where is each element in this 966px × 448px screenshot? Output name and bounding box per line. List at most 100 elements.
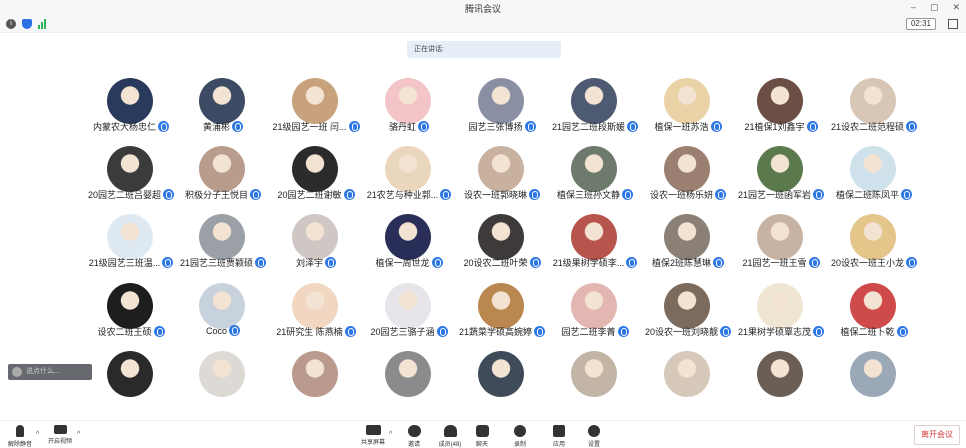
mic-status-icon — [229, 325, 240, 337]
participant-name: 刘泽宇 — [295, 258, 323, 268]
participant-name: 21园艺三班贾颖硕 — [179, 258, 253, 268]
settings-label: 设置 — [587, 442, 600, 448]
participant-name: 21级园艺三班温... — [88, 258, 161, 268]
participant-name-row: 植保二班陈凤平 — [804, 188, 944, 201]
avatar — [199, 214, 245, 260]
avatar — [757, 214, 803, 260]
participant-name: 植保一班苏浩 — [654, 122, 709, 132]
start-video-button[interactable]: 开启视频 — [42, 425, 78, 445]
avatar — [571, 146, 617, 192]
participant-tile[interactable]: 20设农一班王小龙 — [814, 214, 934, 274]
avatar — [664, 78, 710, 124]
avatar — [107, 351, 153, 397]
avatar — [292, 146, 338, 192]
avatar — [199, 146, 245, 192]
participant-name: 黄浦彬 — [202, 122, 230, 132]
mic-status-icon — [901, 189, 912, 200]
meeting-toolbar: 解除静音 ^ 开启视频 ^ 共享屏幕 ^ 邀请 成员(48) 聊天 录制 应用 … — [0, 420, 966, 448]
participant-name: 21植保1刘鑫宇 — [744, 122, 805, 132]
avatar — [385, 351, 431, 397]
participant-name: 设农二班王硕 — [97, 327, 152, 337]
avatar — [571, 214, 617, 260]
avatar — [850, 78, 896, 124]
invite-label: 邀请 — [407, 442, 420, 448]
avatar — [850, 351, 896, 397]
avatar — [850, 283, 896, 329]
participant-tile[interactable]: 植保二班陈凤平 — [814, 146, 934, 206]
avatar — [478, 78, 524, 124]
settings-button[interactable]: 设置 — [576, 425, 612, 448]
avatar — [571, 78, 617, 124]
participant-name: 植保二班陈凤平 — [835, 190, 899, 200]
avatar — [107, 214, 153, 260]
participant-name: 20设农一班王小龙 — [830, 258, 904, 268]
avatar — [664, 283, 710, 329]
participant-tile[interactable] — [814, 351, 934, 411]
mic-status-icon — [896, 326, 908, 337]
avatar — [664, 146, 710, 192]
avatar — [850, 214, 896, 260]
members-icon — [443, 425, 457, 437]
record-label: 录制 — [513, 442, 526, 448]
avatar — [107, 283, 153, 329]
participant-name: 积极分子王悦目 — [184, 190, 248, 200]
avatar — [664, 351, 710, 397]
members-label: 成员(48) — [438, 442, 462, 448]
chat-button[interactable]: 聊天 — [464, 425, 500, 448]
unmute-button[interactable]: 解除静音 — [2, 425, 38, 448]
participant-name: 21园艺二班段斯媛 — [551, 122, 625, 132]
participant-name: 21果树学硕覃志茂 — [737, 327, 811, 337]
leave-meeting-button[interactable]: 离开会议 — [914, 425, 960, 445]
participant-name: 20园艺二班吕婴超 — [87, 190, 161, 200]
record-button[interactable]: 录制 — [502, 425, 538, 448]
avatar — [664, 214, 710, 260]
avatar — [478, 351, 524, 397]
mic-status-icon — [906, 121, 917, 132]
chat-label: 聊天 — [475, 442, 488, 448]
participant-name: 21研究生 陈燕楠 — [276, 327, 343, 337]
camera-off-icon — [53, 425, 67, 434]
chevron-up-icon[interactable]: ^ — [77, 431, 80, 438]
participant-name: 植保2班陈慧琳 — [651, 258, 711, 268]
participant-name-row: 20设农一班王小龙 — [804, 256, 944, 269]
avatar — [478, 214, 524, 260]
participant-tile[interactable]: 21设农二班范程硕 — [814, 78, 934, 138]
avatar — [385, 78, 431, 124]
participant-name-row: 21设农二班范程硕 — [804, 120, 944, 133]
avatar — [292, 78, 338, 124]
mic-status-icon — [418, 121, 429, 132]
apps-icon — [553, 425, 565, 437]
chat-input[interactable]: 说点什么... — [8, 364, 92, 380]
share-screen-label: 共享屏幕 — [360, 440, 385, 446]
record-icon — [514, 425, 526, 437]
avatar — [571, 351, 617, 397]
avatar — [478, 146, 524, 192]
participant-name: 20设农一班刘晓靓 — [644, 327, 718, 337]
invite-button[interactable]: 邀请 — [396, 425, 432, 448]
participant-name: 21级园艺一班 闫... — [272, 122, 347, 132]
chevron-up-icon[interactable]: ^ — [36, 431, 39, 438]
avatar — [292, 351, 338, 397]
avatar — [199, 78, 245, 124]
avatar — [107, 78, 153, 124]
avatar — [292, 214, 338, 260]
mic-muted-icon — [16, 425, 24, 437]
emoji-icon[interactable] — [12, 367, 22, 377]
avatar — [757, 78, 803, 124]
apps-button[interactable]: 应用 — [541, 425, 577, 448]
chevron-up-icon[interactable]: ^ — [389, 431, 392, 438]
participant-name: 植保二班卜乾 — [840, 327, 895, 337]
participant-tile[interactable]: 植保二班卜乾 — [814, 283, 934, 343]
avatar — [199, 283, 245, 329]
participant-name: 21设农二班范程硕 — [830, 122, 904, 132]
participant-name: 20设农二班叶荣 — [463, 258, 528, 268]
participant-name: 园艺三张博扬 — [468, 122, 523, 132]
members-button[interactable]: 成员(48) — [432, 425, 468, 448]
avatar — [107, 146, 153, 192]
avatar — [199, 351, 245, 397]
share-screen-icon — [365, 425, 381, 435]
participant-name: 植保一周世龙 — [375, 258, 430, 268]
avatar — [385, 214, 431, 260]
participant-name: 21农艺与种业郭... — [366, 190, 439, 200]
share-screen-button[interactable]: 共享屏幕 — [355, 425, 391, 446]
